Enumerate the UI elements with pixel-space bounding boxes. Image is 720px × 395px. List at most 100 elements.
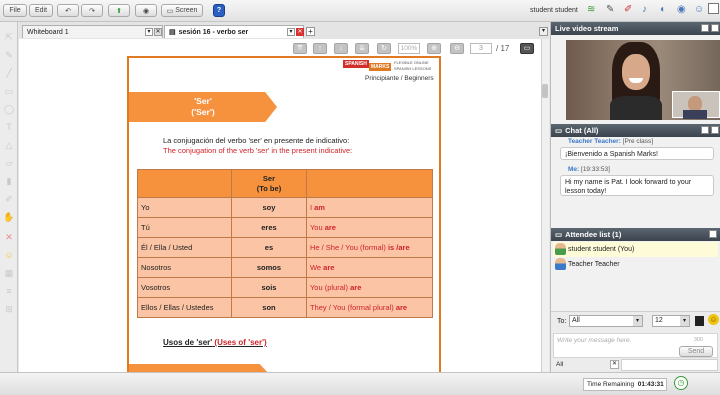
attendee-name: Teacher Teacher: [568, 261, 620, 268]
tab-list-icon[interactable]: ▾: [539, 27, 548, 36]
record-button[interactable]: ◉: [135, 4, 157, 17]
chat-filter-input[interactable]: [621, 359, 718, 371]
line-tool-icon[interactable]: ╱: [3, 68, 15, 79]
help-button[interactable]: ?: [213, 4, 225, 17]
draw-icon[interactable]: ✐: [624, 4, 632, 15]
tab-whiteboard-1[interactable]: Whiteboard 1: [22, 25, 163, 38]
grid-tool-icon[interactable]: ⊞: [3, 304, 15, 315]
next-page-button[interactable]: ↓: [334, 43, 348, 54]
triangle-tool-icon[interactable]: △: [3, 140, 15, 151]
emoji-icon[interactable]: ☺: [708, 314, 719, 325]
screen-button[interactable]: ▭ Screen: [161, 4, 203, 17]
ellipse-tool-icon[interactable]: ◯: [3, 104, 15, 115]
zoom-in-button[interactable]: ⊕: [427, 43, 441, 54]
table-row: Tú eres You are: [137, 217, 434, 238]
tab-close-icon[interactable]: ✕: [154, 28, 162, 36]
tab-menu-icon[interactable]: ▾: [145, 28, 153, 36]
page-total: / 17: [496, 44, 510, 53]
pen-icon[interactable]: ✎: [606, 4, 614, 15]
first-page-button[interactable]: ⇈: [293, 43, 307, 54]
last-page-button[interactable]: ⇊: [355, 43, 369, 54]
minimize-icon[interactable]: [709, 230, 717, 238]
undo-button[interactable]: ↶: [57, 4, 79, 17]
logo-part-spanish: SPANISH: [343, 60, 369, 68]
page-number-field[interactable]: 3: [470, 43, 492, 54]
pronoun-cell: Él / Ella / Usted: [137, 237, 232, 258]
table-row: Ellos / Ellas / Ustedes son They / You (fo…: [137, 297, 434, 318]
maximize-icon[interactable]: [711, 24, 719, 32]
chat-icon: ▭: [555, 126, 563, 135]
teacher-body: [610, 96, 662, 120]
verb-cell: sois: [230, 277, 307, 298]
chevron-down-icon: ▾: [680, 316, 689, 326]
record-icon: ◉: [142, 7, 150, 15]
webcam-icon[interactable]: ◉: [677, 4, 686, 15]
translation-cell: He / She / You (formal) is /are: [305, 237, 434, 258]
verb-cell: eres: [230, 217, 307, 238]
color-tool-icon[interactable]: ▦: [3, 268, 15, 279]
time-remaining: Time Remaining 01:43:31: [583, 378, 667, 391]
file-menu-button[interactable]: File: [3, 4, 27, 17]
microphone-icon[interactable]: ♪: [642, 4, 647, 15]
screen-label: Screen: [175, 7, 198, 14]
minimize-icon[interactable]: [701, 24, 709, 32]
select-tool-icon[interactable]: ⇱: [3, 32, 15, 43]
self-video[interactable]: [672, 91, 720, 119]
size-tool-icon[interactable]: ≡: [3, 286, 15, 297]
clear-chat-icon[interactable]: ✕: [610, 360, 619, 369]
scrollbar-thumb[interactable]: [542, 84, 548, 98]
hand-tool-icon[interactable]: ✋: [3, 212, 15, 223]
minimize-icon[interactable]: [701, 126, 709, 134]
user-icon[interactable]: ☺: [694, 4, 704, 15]
font-size-select[interactable]: 12 ▾: [652, 315, 690, 327]
smiley-tool-icon[interactable]: ☺: [3, 250, 15, 261]
tab-close-icon[interactable]: ✕: [296, 28, 304, 36]
chat-panel-title: Chat (All): [565, 126, 599, 135]
text-tool-icon[interactable]: T: [3, 122, 15, 133]
clock-icon[interactable]: ◷: [674, 376, 688, 390]
video-stream[interactable]: [566, 40, 720, 120]
redo-button[interactable]: ↷: [81, 4, 103, 17]
translation-cell: You are: [305, 217, 434, 238]
video-panel-title: Live video stream: [555, 24, 619, 33]
translation-subject: He / She / You (formal): [309, 243, 388, 252]
usos-heading: Usos de 'ser' (Uses of 'ser'): [163, 338, 267, 347]
translation-verb: are: [395, 303, 408, 312]
highlighter-tool-icon[interactable]: ▮: [3, 176, 15, 187]
speaker-icon[interactable]: ◖: [659, 4, 665, 15]
attendee-item[interactable]: student student (You): [553, 242, 718, 257]
verb-cell: son: [230, 297, 307, 318]
upload-button[interactable]: ⬆: [108, 4, 130, 17]
maximize-icon[interactable]: [711, 126, 719, 134]
translation-subject: You (plural): [309, 283, 351, 292]
pencil-tool-icon[interactable]: ✎: [3, 50, 15, 61]
tab-sesion-16[interactable]: ▤ sesión 16 - verbo ser: [164, 25, 304, 38]
edit-menu-button[interactable]: Edit: [29, 4, 53, 17]
rotate-button[interactable]: ↻: [377, 43, 391, 54]
prev-page-button[interactable]: ↑: [313, 43, 327, 54]
translation-cell: You (plural) are: [305, 277, 434, 298]
brush-tool-icon[interactable]: ✐: [3, 194, 15, 205]
color-picker-button[interactable]: [695, 316, 704, 326]
rectangle-tool-icon[interactable]: ▭: [3, 86, 15, 97]
char-counter: 300: [693, 337, 703, 343]
send-button[interactable]: Send: [679, 346, 713, 357]
translation-verb: are: [323, 263, 335, 272]
tab-menu-icon[interactable]: ▾: [287, 28, 295, 36]
recipient-select[interactable]: All ▾: [569, 315, 643, 327]
zoom-out-button[interactable]: ⊖: [450, 43, 464, 54]
translation-subject: They / You (formal plural): [309, 303, 396, 312]
eraser-tool-icon[interactable]: ▱: [3, 158, 15, 169]
add-tab-button[interactable]: +: [306, 27, 315, 36]
zoom-level-field[interactable]: 100%: [398, 43, 420, 54]
banner-title-en: ('Ser'): [191, 107, 215, 117]
attendee-item[interactable]: Teacher Teacher: [553, 257, 718, 272]
student-body: [683, 110, 707, 119]
screen-icon: ▭: [166, 7, 176, 15]
usos-en: (Uses of 'ser'): [214, 338, 267, 347]
attendee-panel-header: ▭ Attendee list (1): [551, 228, 720, 241]
recipient-value: All: [572, 317, 580, 324]
fit-page-button[interactable]: ▭: [520, 43, 534, 54]
clear-tool-icon[interactable]: ✕: [3, 232, 15, 243]
fullscreen-icon[interactable]: [708, 3, 719, 14]
